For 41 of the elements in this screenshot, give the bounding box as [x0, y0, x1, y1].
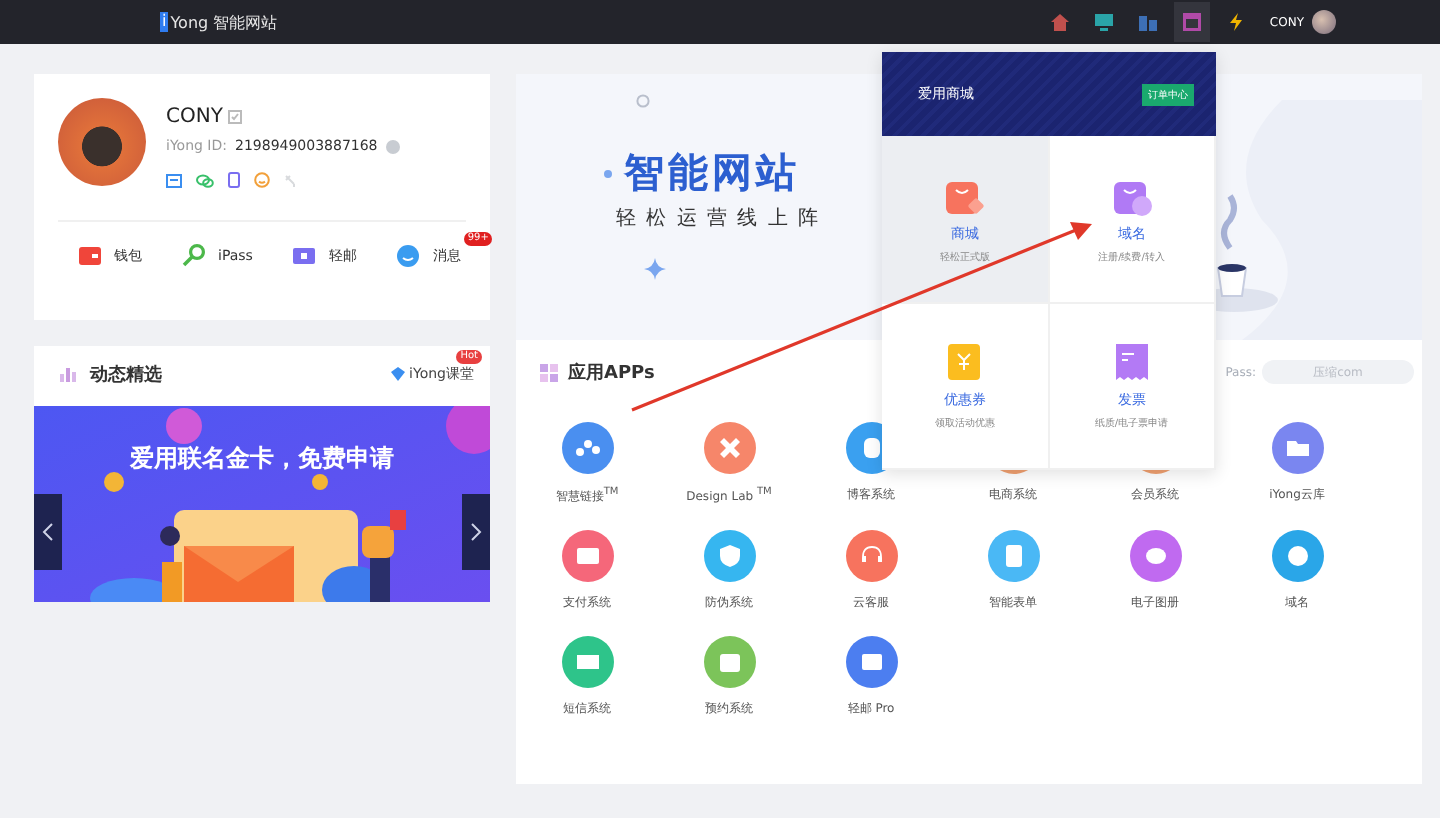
bar-chart-icon — [60, 367, 80, 381]
logo-mark: i — [160, 12, 169, 32]
sparkle-icon — [644, 258, 666, 280]
next-button[interactable] — [462, 494, 490, 570]
cross-app-icon[interactable] — [703, 422, 755, 474]
phone-icon[interactable] — [228, 172, 240, 188]
shield-app-icon[interactable] — [703, 530, 755, 582]
site-title: Yong 智能网站 — [170, 11, 278, 33]
diamond-icon — [389, 366, 406, 382]
smiley-icon[interactable] — [254, 172, 270, 188]
dot-icon — [604, 169, 612, 177]
id-card-icon[interactable] — [166, 173, 182, 187]
card-app-icon[interactable] — [561, 530, 613, 582]
mail-icon — [292, 244, 317, 268]
banner-headline: 爱用联名金卡，免费申请 — [128, 442, 396, 476]
image-app-icon[interactable] — [1129, 530, 1181, 582]
chevron-left-icon — [42, 522, 54, 542]
chat-bubbles-icon[interactable] — [196, 173, 214, 187]
hero-subtitle: 轻 松 运 营 线 上 阵 — [616, 205, 821, 232]
mail-app-icon[interactable] — [561, 636, 613, 688]
key-icon — [182, 244, 206, 268]
nodes-app-icon[interactable] — [561, 422, 613, 474]
chevron-right-icon — [470, 522, 482, 542]
ring-icon — [636, 94, 650, 108]
doc-app-icon[interactable] — [987, 530, 1039, 582]
user-name: CONY — [166, 106, 223, 128]
grid-icon — [540, 363, 558, 381]
section-title: 应用APPs — [568, 360, 655, 385]
folder-app-icon[interactable] — [1271, 422, 1323, 474]
section-title: 动态精选 — [90, 362, 162, 387]
headset-app-icon[interactable] — [845, 530, 897, 582]
avatar[interactable] — [1312, 10, 1336, 34]
window-app-icon[interactable] — [845, 636, 897, 688]
chat-icon — [396, 244, 421, 268]
calendar-app-icon[interactable] — [703, 636, 755, 688]
wallet-icon — [78, 244, 102, 268]
hero-title: 智能网站 — [624, 146, 800, 200]
globe-app-icon[interactable] — [1271, 530, 1323, 582]
avatar — [58, 98, 146, 186]
info-icon[interactable] — [385, 139, 400, 153]
previous-button[interactable] — [34, 494, 62, 570]
